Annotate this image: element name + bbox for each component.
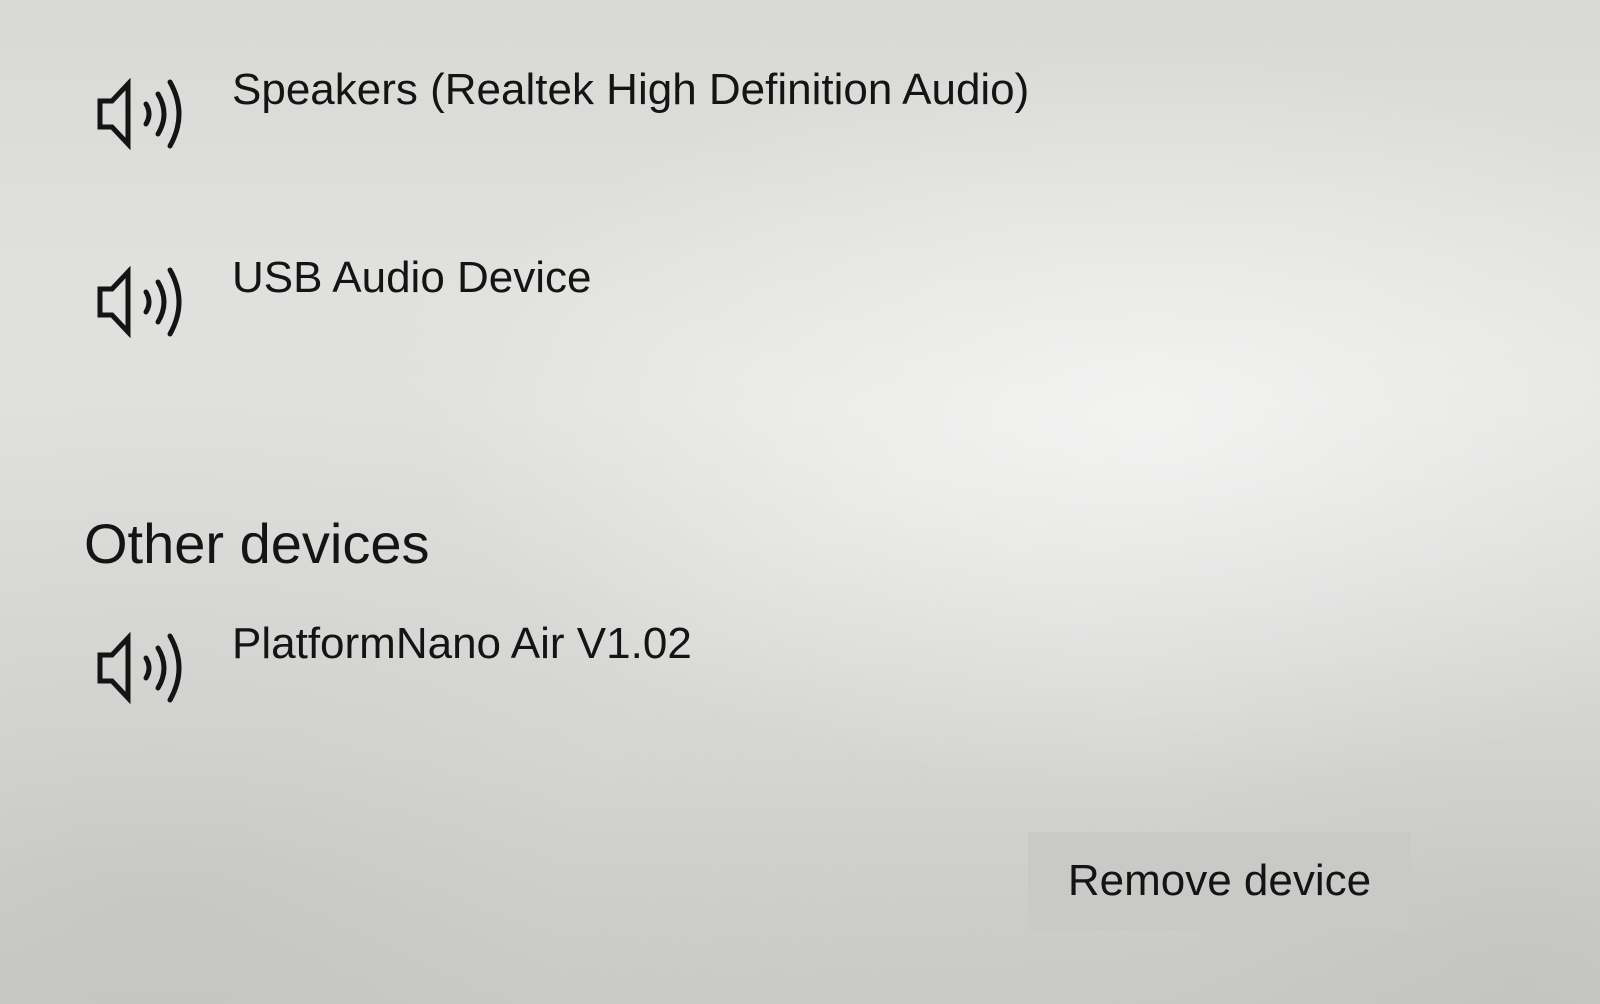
speaker-icon (94, 74, 194, 154)
device-item-speakers[interactable]: Speakers (Realtek High Definition Audio) (90, 64, 1090, 154)
device-label: PlatformNano Air V1.02 (232, 619, 692, 668)
other-devices-heading: Other devices (84, 512, 430, 575)
speaker-icon (94, 262, 194, 342)
speaker-icon (94, 628, 194, 708)
device-label: Speakers (Realtek High Definition Audio) (232, 65, 1030, 114)
device-item-platformnano[interactable]: PlatformNano Air V1.02 (90, 618, 1090, 708)
device-label: USB Audio Device (232, 253, 592, 302)
remove-device-button[interactable]: Remove device (1028, 832, 1411, 930)
device-item-usb-audio[interactable]: USB Audio Device (90, 252, 1090, 342)
